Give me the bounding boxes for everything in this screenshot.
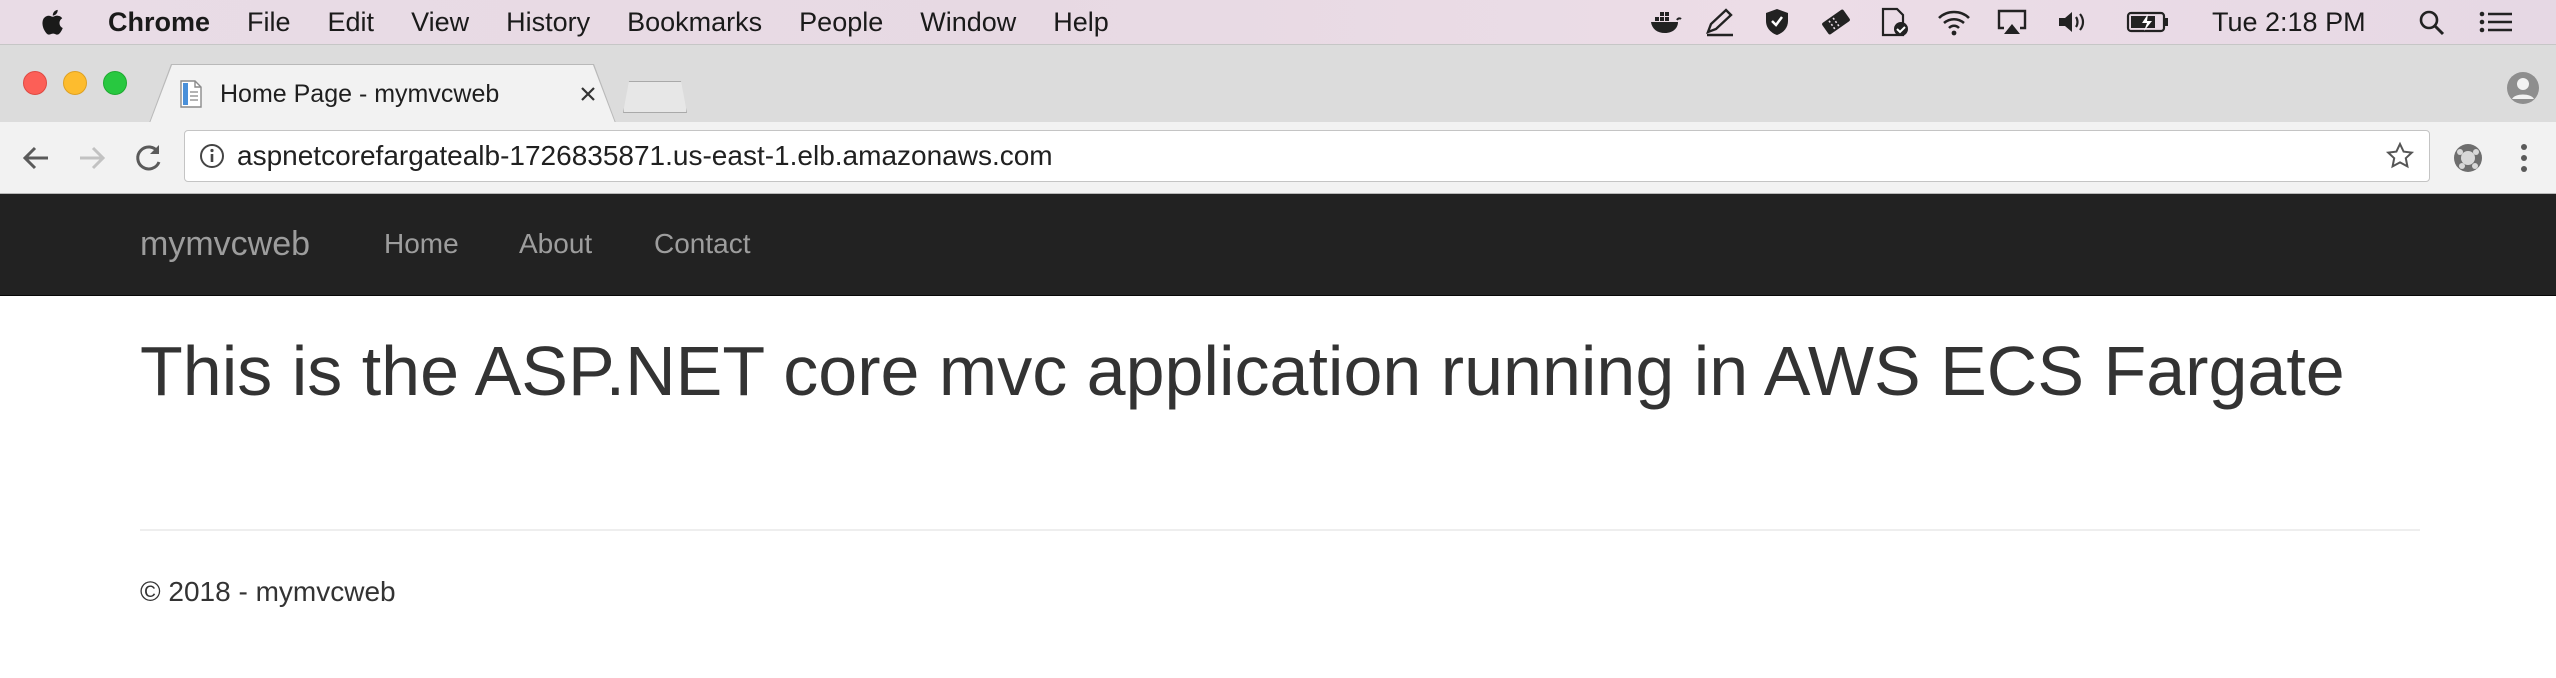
menu-view[interactable]: View — [411, 7, 469, 38]
volume-icon[interactable] — [2055, 7, 2089, 37]
extension-icon[interactable] — [2450, 140, 2486, 176]
pen-icon[interactable] — [1703, 7, 1737, 37]
menu-history[interactable]: History — [506, 7, 590, 38]
shield-icon[interactable] — [1760, 7, 1794, 37]
document-check-icon[interactable] — [1877, 7, 1911, 37]
apple-icon[interactable] — [38, 6, 70, 38]
menu-people[interactable]: People — [799, 7, 883, 38]
nav-link-about[interactable]: About — [519, 194, 592, 294]
battery-icon[interactable] — [2126, 7, 2170, 37]
tab-close-icon[interactable] — [576, 82, 600, 106]
site-brand-link[interactable]: mymvcweb — [140, 194, 310, 294]
chrome-menu-icon[interactable] — [2512, 138, 2536, 178]
profile-avatar-icon[interactable] — [2506, 71, 2540, 105]
address-bar-url[interactable]: aspnetcorefargatealb-1726835871.us-east-… — [237, 131, 1053, 181]
content-divider — [140, 529, 2420, 531]
nav-link-contact[interactable]: Contact — [654, 194, 751, 294]
browser-toolbar: aspnetcorefargatealb-1726835871.us-east-… — [0, 122, 2556, 194]
browser-tab-active[interactable]: Home Page - mymvcweb — [150, 65, 615, 123]
window-close-button[interactable] — [23, 71, 47, 95]
nav-link-home[interactable]: Home — [384, 194, 459, 294]
spotlight-icon[interactable] — [2415, 7, 2449, 37]
page-heading: This is the ASP.NET core mvc application… — [140, 332, 2345, 410]
menu-list: Chrome File Edit View History Bookmarks … — [108, 0, 1146, 44]
window-minimize-button[interactable] — [63, 71, 87, 95]
address-bar[interactable]: aspnetcorefargatealb-1726835871.us-east-… — [184, 130, 2430, 182]
macos-menubar: Chrome File Edit View History Bookmarks … — [0, 0, 2556, 44]
menu-bookmarks[interactable]: Bookmarks — [627, 7, 762, 38]
bookmark-star-icon[interactable] — [2385, 141, 2415, 171]
browser-tab-strip: Home Page - mymvcweb — [0, 44, 2556, 123]
menu-file[interactable]: File — [247, 7, 291, 38]
window-zoom-button[interactable] — [103, 71, 127, 95]
forward-arrow-icon[interactable] — [72, 138, 112, 178]
menu-help[interactable]: Help — [1053, 7, 1109, 38]
menu-edit[interactable]: Edit — [328, 7, 375, 38]
wifi-icon[interactable] — [1937, 7, 1971, 37]
tab-title: Home Page - mymvcweb — [220, 80, 500, 108]
ticket-icon[interactable] — [1819, 7, 1853, 37]
reload-icon[interactable] — [128, 138, 168, 178]
new-tab-button[interactable] — [623, 81, 687, 113]
airplay-icon[interactable] — [1995, 7, 2029, 37]
site-info-icon[interactable] — [199, 143, 225, 169]
menu-window[interactable]: Window — [920, 7, 1016, 38]
site-navbar: mymvcweb Home About Contact — [0, 194, 2556, 296]
menu-chrome[interactable]: Chrome — [108, 7, 210, 38]
notification-center-icon[interactable] — [2476, 7, 2516, 37]
docker-icon[interactable] — [1648, 7, 1682, 37]
page-favicon-icon — [180, 80, 202, 108]
back-arrow-icon[interactable] — [16, 138, 56, 178]
site-footer: © 2018 - mymvcweb — [140, 576, 396, 607]
menubar-clock[interactable]: Tue 2:18 PM — [2212, 0, 2366, 44]
